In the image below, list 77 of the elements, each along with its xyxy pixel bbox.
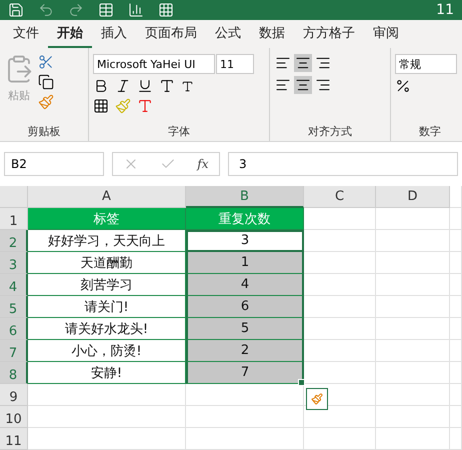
empty-cell [450,296,462,318]
empty-cell [304,428,376,450]
ribbon-tab[interactable]: 页面布局 [136,20,206,49]
number-format-field[interactable]: 常规 [395,54,457,74]
row-header[interactable]: 8 [0,362,28,384]
column-header[interactable]: C [304,186,376,208]
empty-cell [450,252,462,274]
redo-icon[interactable] [68,2,84,18]
table-cell: 重复次数 [186,208,304,230]
table-cell: 1 [186,252,304,274]
table-cell: 2 [186,340,304,362]
empty-cell [450,362,462,384]
table-cell: 天道酬勤 [28,252,186,274]
group-label: 对齐方式 [307,124,353,139]
table-cell: 5 [186,318,304,340]
cut-icon[interactable] [38,54,54,70]
ribbon-tab[interactable]: 审阅 [364,20,408,49]
group-label: 字体 [167,124,191,139]
row-header[interactable]: 9 [0,384,28,406]
row-header[interactable]: 4 [0,274,28,296]
row-header[interactable]: 6 [0,318,28,340]
table-icon[interactable] [98,2,114,18]
font-size-field[interactable]: 11 [216,54,254,74]
table-cell: 4 [186,274,304,296]
fill-handle[interactable] [298,379,305,386]
column-header[interactable]: D [376,186,450,208]
copy-icon[interactable] [38,74,54,90]
empty-cell [450,428,462,450]
row-header[interactable]: 1 [0,208,28,230]
table-cell: 请关门! [28,296,186,318]
undo-icon[interactable] [38,2,54,18]
ribbon-tab[interactable]: 方方格子 [294,20,364,49]
grid-icon[interactable] [158,2,174,18]
column-header[interactable]: A [28,186,186,208]
empty-cell [450,406,462,428]
ribbon-tab[interactable]: 文件 [4,20,48,49]
row-header[interactable]: 5 [0,296,28,318]
table-cell: 好好学习，天天向上 [28,230,186,252]
percent-icon[interactable] [395,78,411,94]
table-cell: 标签 [28,208,186,230]
row-header[interactable]: 10 [0,406,28,428]
empty-cell [450,318,462,340]
table-cell: 6 [186,296,304,318]
name-box[interactable]: B2 [4,152,104,176]
italic-icon[interactable] [115,78,131,94]
underline-icon[interactable] [137,78,153,94]
formula-field[interactable]: 3 [228,152,458,176]
table-cell: 安静! [28,362,186,384]
font-name-field[interactable]: Microsoft YaHei UI [93,54,215,74]
row-header[interactable]: 3 [0,252,28,274]
table-cell: 7 [186,362,304,384]
group-label: 剪贴板 [26,124,62,139]
empty-cell [450,340,462,362]
insert-function-button[interactable]: fx [197,156,209,171]
table-cell: 请关好水龙头! [28,318,186,340]
border-icon[interactable] [93,98,109,114]
table-cell: 刻苦学习 [28,274,186,296]
ribbon-tab[interactable]: 公式 [206,20,250,49]
save-icon[interactable] [8,2,24,18]
title-text: 11 [436,2,454,18]
chart-icon[interactable] [128,2,144,18]
row-header[interactable]: 11 [0,428,28,450]
ribbon-tab[interactable]: 插入 [92,20,136,49]
empty-cell [450,384,462,406]
column-header[interactable]: B [186,186,304,208]
table-cell: 3 [186,230,304,252]
row-header[interactable]: 7 [0,340,28,362]
table-cell: 小心，防烫! [28,340,186,362]
empty-cell [450,186,462,208]
ribbon-tab[interactable]: 数据 [250,20,294,49]
quick-analysis-icon[interactable] [306,388,328,410]
font-color-icon[interactable] [137,98,153,114]
row-header[interactable]: 2 [0,230,28,252]
empty-cell [450,274,462,296]
empty-cell [450,230,462,252]
group-label: 数字 [418,124,442,139]
empty-cell [450,208,462,230]
